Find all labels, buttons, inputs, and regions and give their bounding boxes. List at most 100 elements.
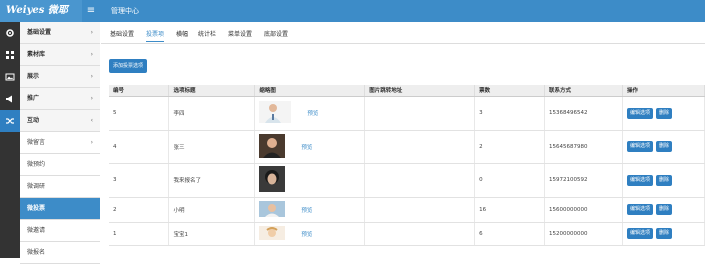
column-header-thumbnail: 缩略图	[254, 85, 366, 97]
cell-actions: 编辑选项 删除	[622, 197, 705, 223]
add-vote-option-button[interactable]: 添加投票选项	[109, 59, 148, 73]
cell-votes: 16	[474, 197, 546, 223]
tab-vote-options[interactable]: 投票项	[146, 29, 165, 42]
cell-thumbnail	[254, 163, 366, 198]
cell-contact: 15368496542	[544, 96, 623, 131]
sidebar-item-reservation[interactable]: 微预约	[20, 154, 100, 176]
tab-footer-settings[interactable]: 底部设置	[264, 29, 288, 38]
preview-link[interactable]: 预览	[301, 232, 312, 238]
column-header-url: 图片跳转地址	[364, 85, 476, 97]
edit-option-button[interactable]: 编辑选项	[627, 141, 654, 152]
thumbnail-image	[259, 200, 286, 219]
top-bar: Weiyes 微耶 ≡ 管理中心	[0, 0, 705, 22]
header-tab-admin[interactable]: 管理中心	[101, 0, 149, 22]
sidebar-section-basic-settings[interactable]: 基础设置 ›	[20, 22, 100, 44]
chevron-icon: ›	[90, 29, 93, 36]
tab-basic-settings[interactable]: 基础设置	[110, 29, 134, 38]
cell-id: 3	[109, 163, 170, 198]
sidebar-menu: 基础设置 › 素材库 › 展示 › 推广 › 互动 ‹ 微留言 › 微预约 微调研 微投票 …	[20, 22, 100, 264]
sidebar-item-message[interactable]: 微留言 ›	[20, 132, 100, 154]
chevron-icon: ›	[90, 51, 93, 58]
thumbnail-image	[259, 101, 292, 125]
sidebar-section-interaction[interactable]: 互动 ‹	[20, 110, 100, 132]
cell-title: 宝宝1	[168, 222, 256, 246]
cell-contact: 15645687980	[544, 130, 623, 164]
cell-contact: 15600000000	[544, 197, 623, 223]
sidebar-section-material-library[interactable]: 素材库 ›	[20, 44, 100, 66]
icon-rail	[0, 22, 20, 258]
column-header-actions: 操作	[622, 85, 705, 97]
delete-button[interactable]: 删除	[656, 228, 673, 239]
cell-title: 小明	[168, 197, 256, 223]
delete-button[interactable]: 删除	[656, 174, 673, 186]
delete-button[interactable]: 删除	[656, 107, 673, 119]
vote-options-table: 编号 选项标题 缩略图 图片跳转地址 票数 联系方式 操作 5 李四 预览 3 …	[109, 85, 705, 246]
table-row: 4 张三 预览 2 15645687980 编辑选项 删除	[109, 130, 705, 164]
sidebar-section-promotion[interactable]: 推广 ›	[20, 88, 100, 110]
column-header-votes: 票数	[474, 85, 546, 97]
sub-navigation: 基础设置 投票项 横幅 统计栏 菜单设置 底部设置	[101, 22, 705, 44]
preview-link[interactable]: 预览	[307, 111, 318, 117]
edit-option-button[interactable]: 编辑选项	[627, 174, 654, 186]
cell-title: 张三	[168, 130, 256, 164]
cell-votes: 0	[474, 163, 546, 198]
menu-toggle-button[interactable]: ≡	[82, 0, 100, 22]
preview-link[interactable]: 预览	[301, 145, 312, 151]
preview-link[interactable]: 预览	[301, 208, 312, 214]
cell-url	[364, 130, 476, 164]
edit-option-button[interactable]: 编辑选项	[627, 228, 654, 239]
table-row: 3 我来报名了 0 15972100592 编辑选项 删除	[109, 163, 705, 198]
thumbnail-image	[259, 166, 286, 194]
shuffle-icon[interactable]	[0, 110, 20, 132]
cell-id: 1	[109, 222, 170, 246]
grid-icon[interactable]	[0, 44, 20, 66]
cell-contact: 15972100592	[544, 163, 623, 198]
thumbnail-image	[259, 225, 286, 242]
tab-menu-settings[interactable]: 菜单设置	[228, 29, 252, 38]
cell-url	[364, 96, 476, 131]
sidebar-item-vote[interactable]: 微投票	[20, 198, 100, 220]
cell-thumbnail: 预览	[254, 130, 366, 164]
sidebar-item-survey[interactable]: 微调研	[20, 176, 100, 198]
cell-votes: 2	[474, 130, 546, 164]
tab-banner[interactable]: 横幅	[176, 29, 188, 38]
cell-title: 我来报名了	[168, 163, 256, 198]
image-icon[interactable]	[0, 66, 20, 88]
cell-url	[364, 163, 476, 198]
table-header-row: 编号 选项标题 缩略图 图片跳转地址 票数 联系方式 操作	[109, 85, 705, 97]
cell-url	[364, 222, 476, 246]
cell-id: 5	[109, 96, 170, 131]
sidebar-item-invitation[interactable]: 微邀请	[20, 220, 100, 242]
delete-button[interactable]: 删除	[656, 204, 673, 215]
edit-option-button[interactable]: 编辑选项	[627, 204, 654, 215]
chevron-icon: ‹	[90, 117, 93, 124]
table-row: 2 小明 预览 16 15600000000 编辑选项 删除	[109, 197, 705, 223]
gear-icon[interactable]	[0, 22, 20, 44]
column-header-title: 选项标题	[168, 85, 256, 97]
logo: Weiyes 微耶	[0, 0, 82, 22]
thumbnail-image	[259, 133, 286, 160]
cell-thumbnail: 预览	[254, 222, 366, 246]
column-header-id: 编号	[109, 85, 170, 97]
cell-thumbnail: 预览	[254, 96, 366, 131]
sidebar-item-signup[interactable]: 微报名	[20, 242, 100, 264]
tab-stats-bar[interactable]: 统计栏	[198, 29, 216, 38]
cell-actions: 编辑选项 删除	[622, 163, 705, 198]
column-header-contact: 联系方式	[544, 85, 623, 97]
chevron-icon: ›	[90, 139, 93, 146]
main-content: 基础设置 投票项 横幅 统计栏 菜单设置 底部设置 添加投票选项 编号 选项标题…	[101, 22, 705, 258]
cell-actions: 编辑选项 删除	[622, 96, 705, 131]
edit-option-button[interactable]: 编辑选项	[627, 107, 654, 119]
megaphone-icon[interactable]	[0, 88, 20, 110]
table-row: 5 李四 预览 3 15368496542 编辑选项 删除	[109, 96, 705, 131]
table-row: 1 宝宝1 预览 6 15200000000 编辑选项 删除	[109, 222, 705, 246]
cell-actions: 编辑选项 删除	[622, 222, 705, 246]
cell-actions: 编辑选项 删除	[622, 130, 705, 164]
sidebar: 基础设置 › 素材库 › 展示 › 推广 › 互动 ‹ 微留言 › 微预约 微调研 微投票 …	[0, 22, 100, 264]
cell-votes: 6	[474, 222, 546, 246]
cell-id: 2	[109, 197, 170, 223]
cell-contact: 15200000000	[544, 222, 623, 246]
delete-button[interactable]: 删除	[656, 141, 673, 152]
sidebar-section-display[interactable]: 展示 ›	[20, 66, 100, 88]
chevron-icon: ›	[90, 95, 93, 102]
